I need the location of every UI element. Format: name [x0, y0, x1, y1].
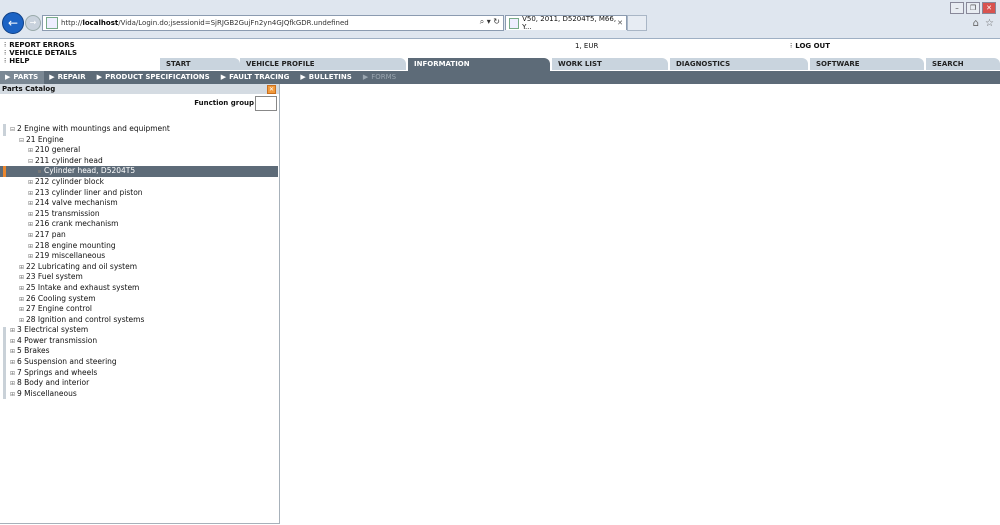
tree-item[interactable]: ⊞ 217 pan — [0, 230, 278, 241]
tree-item-label: 216 crank mechanism — [35, 219, 119, 229]
tree-item[interactable]: ⊞ 9 Miscellaneous — [0, 389, 278, 400]
tree-item[interactable]: ⊞ 4 Power transmission — [0, 336, 278, 347]
tree-item[interactable]: ⊞ 210 general — [0, 145, 278, 156]
subtab-bulletins[interactable]: ▶ BULLETINS — [295, 71, 357, 84]
tree-item-label: 21 Engine — [26, 134, 64, 144]
browser-right-icons: ⌂ ☆ — [973, 18, 994, 29]
tree-item[interactable]: ⊞ 215 transmission — [0, 209, 278, 220]
tree-item-label: 5 Brakes — [17, 346, 50, 356]
tree-item[interactable]: ⊞ 25 Intake and exhaust system — [0, 283, 278, 294]
browser-chrome: – ❐ ✕ ← → http://localhost/Vida/Login.do… — [0, 0, 1000, 39]
tab-search[interactable]: SEARCH — [926, 58, 1000, 70]
tree-item[interactable]: ⊞ 22 Lubricating and oil system — [0, 262, 278, 273]
subtab-forms: ▶ FORMS — [362, 73, 397, 81]
tab-work-list[interactable]: WORK LIST — [552, 58, 668, 70]
browser-tab[interactable]: V50, 2011, D5204T5, M66, Y... ✕ — [505, 15, 627, 31]
function-group-input[interactable] — [255, 96, 277, 111]
tree-item-label: 28 Ignition and control systems — [26, 314, 145, 324]
tree-item-label: 6 Suspension and steering — [17, 357, 117, 367]
tab-software[interactable]: SOFTWARE — [810, 58, 924, 70]
tab-close-icon[interactable]: ✕ — [617, 19, 623, 27]
tree-item-label: 212 cylinder block — [35, 176, 104, 186]
tree-item[interactable]: ⊞ 26 Cooling system — [0, 294, 278, 305]
tree-item[interactable]: ⊞ 213 cylinder liner and piston — [0, 188, 278, 199]
subtab-product-specifications[interactable]: ▶ PRODUCT SPECIFICATIONS — [92, 71, 216, 84]
tree-item-label: 217 pan — [35, 229, 66, 239]
tree-item[interactable]: ⊟ 2 Engine with mountings and equipment — [0, 124, 278, 135]
tree-item[interactable]: ⊞ 27 Engine control — [0, 304, 278, 315]
tree-item-label: 214 valve mechanism — [35, 198, 118, 208]
tree-item-label: 211 cylinder head — [35, 155, 103, 165]
restore-button[interactable]: ❐ — [966, 2, 980, 14]
tree-item-label: 219 miscellaneous — [35, 251, 106, 261]
tree-item[interactable]: ⊞ 214 valve mechanism — [0, 198, 278, 209]
close-window-button[interactable]: ✕ — [982, 2, 996, 14]
expand-icon[interactable]: ⊞ — [8, 390, 17, 401]
parts-catalog-panel: Parts Catalog ✕ Function group ⊟ 2 Engine… — [0, 84, 280, 524]
tab-information[interactable]: INFORMATION — [408, 58, 550, 71]
logout-link[interactable]: ⁝ LOG OUT — [790, 42, 830, 50]
tree-item[interactable]: ⊞ 23 Fuel system — [0, 272, 278, 283]
tree-item-label: 218 engine mounting — [35, 240, 116, 250]
tree-item-label: 25 Intake and exhaust system — [26, 282, 140, 292]
tree-item[interactable]: ⊞ 5 Brakes — [0, 346, 278, 357]
tree-item-label: 213 cylinder liner and piston — [35, 187, 143, 197]
address-bar[interactable]: http://localhost/Vida/Login.do;jsessioni… — [42, 15, 504, 31]
new-tab-button[interactable] — [627, 15, 647, 31]
tree-item-label: 3 Electrical system — [17, 325, 89, 335]
tree-item-label: 7 Springs and wheels — [17, 367, 98, 377]
window-controls: – ❐ ✕ — [950, 2, 996, 14]
tree-item[interactable]: ⊞ 7 Springs and wheels — [0, 368, 278, 379]
tree-item[interactable]: ⊞ 216 crank mechanism — [0, 219, 278, 230]
tree-item-label: Cylinder head, D5204T5 — [44, 166, 136, 176]
search-refresh-icons[interactable]: ⌕ ▾ ↻ — [480, 17, 500, 27]
tree-item[interactable]: ⊞ 218 engine mounting — [0, 241, 278, 252]
tab-vehicle-profile[interactable]: VEHICLE PROFILE — [240, 58, 406, 70]
tree-item[interactable]: ⊞ 212 cylinder block — [0, 177, 278, 188]
function-group-label: Function group — [194, 99, 254, 107]
tree-item[interactable]: ⊞ 8 Body and interior — [0, 378, 278, 389]
page-icon — [46, 17, 58, 29]
parts-tree: ⊟ 2 Engine with mountings and equipment ⊟ 2… — [0, 124, 278, 399]
tree-item-label: 8 Body and interior — [17, 378, 90, 388]
back-arrow-icon[interactable]: ← — [2, 12, 24, 34]
content-area — [281, 84, 1000, 524]
tree-item[interactable]: ⊞ 3 Electrical system — [0, 325, 278, 336]
home-icon[interactable]: ⌂ — [973, 18, 979, 29]
url-text[interactable]: http://localhost/Vida/Login.do;jsessioni… — [61, 19, 349, 27]
main-tabs: START VEHICLE PROFILE INFORMATION WORK L… — [0, 58, 1000, 71]
subtab-repair[interactable]: ▶ REPAIR — [44, 71, 91, 84]
tab-title: V50, 2011, D5204T5, M66, Y... — [522, 15, 617, 31]
tree-item[interactable]: ⊟ 211 cylinder head — [0, 156, 278, 167]
sub-tabs: ▶ PARTS ▶ REPAIR ▶ PRODUCT SPECIFICATIONS ▶… — [0, 71, 1000, 84]
currency-display: 1, EUR — [575, 42, 599, 50]
tree-item-label: 22 Lubricating and oil system — [26, 261, 138, 271]
report-errors-link[interactable]: ⁝ REPORT ERRORS — [4, 41, 77, 49]
subtab-fault-tracing[interactable]: ▶ FAULT TRACING — [216, 71, 296, 84]
tree-item-label: 215 transmission — [35, 208, 100, 218]
tree-item-selected[interactable]: ▪ Cylinder head, D5204T5 — [0, 166, 278, 177]
tree-item-label: 23 Fuel system — [26, 272, 83, 282]
tab-diagnostics[interactable]: DIAGNOSTICS — [670, 58, 808, 70]
tab-start[interactable]: START — [160, 58, 240, 70]
panel-title: Parts Catalog — [2, 85, 56, 93]
tree-item-label: 2 Engine with mountings and equipment — [17, 124, 170, 133]
minimize-button[interactable]: – — [950, 2, 964, 14]
forward-arrow-icon[interactable]: → — [25, 15, 41, 31]
tree-item[interactable]: ⊞ 219 miscellaneous — [0, 251, 278, 262]
tree-item-label: 9 Miscellaneous — [17, 388, 77, 398]
panel-close-icon[interactable]: ✕ — [267, 85, 276, 94]
tree-item-label: 4 Power transmission — [17, 335, 98, 345]
tree-item[interactable]: ⊞ 28 Ignition and control systems — [0, 315, 278, 326]
tree-item-label: 210 general — [35, 145, 81, 155]
tree-item-label: 26 Cooling system — [26, 293, 96, 303]
tree-item[interactable]: ⊞ 6 Suspension and steering — [0, 357, 278, 368]
panel-header: Parts Catalog ✕ — [0, 84, 279, 94]
tree-item[interactable]: ⊟ 21 Engine — [0, 135, 278, 146]
favicon-icon — [509, 17, 520, 29]
favorites-star-icon[interactable]: ☆ — [985, 18, 994, 29]
vehicle-details-link[interactable]: ⁝ VEHICLE DETAILS — [4, 49, 77, 57]
tree-item-label: 27 Engine control — [26, 304, 93, 314]
subtab-parts[interactable]: ▶ PARTS — [0, 71, 45, 84]
